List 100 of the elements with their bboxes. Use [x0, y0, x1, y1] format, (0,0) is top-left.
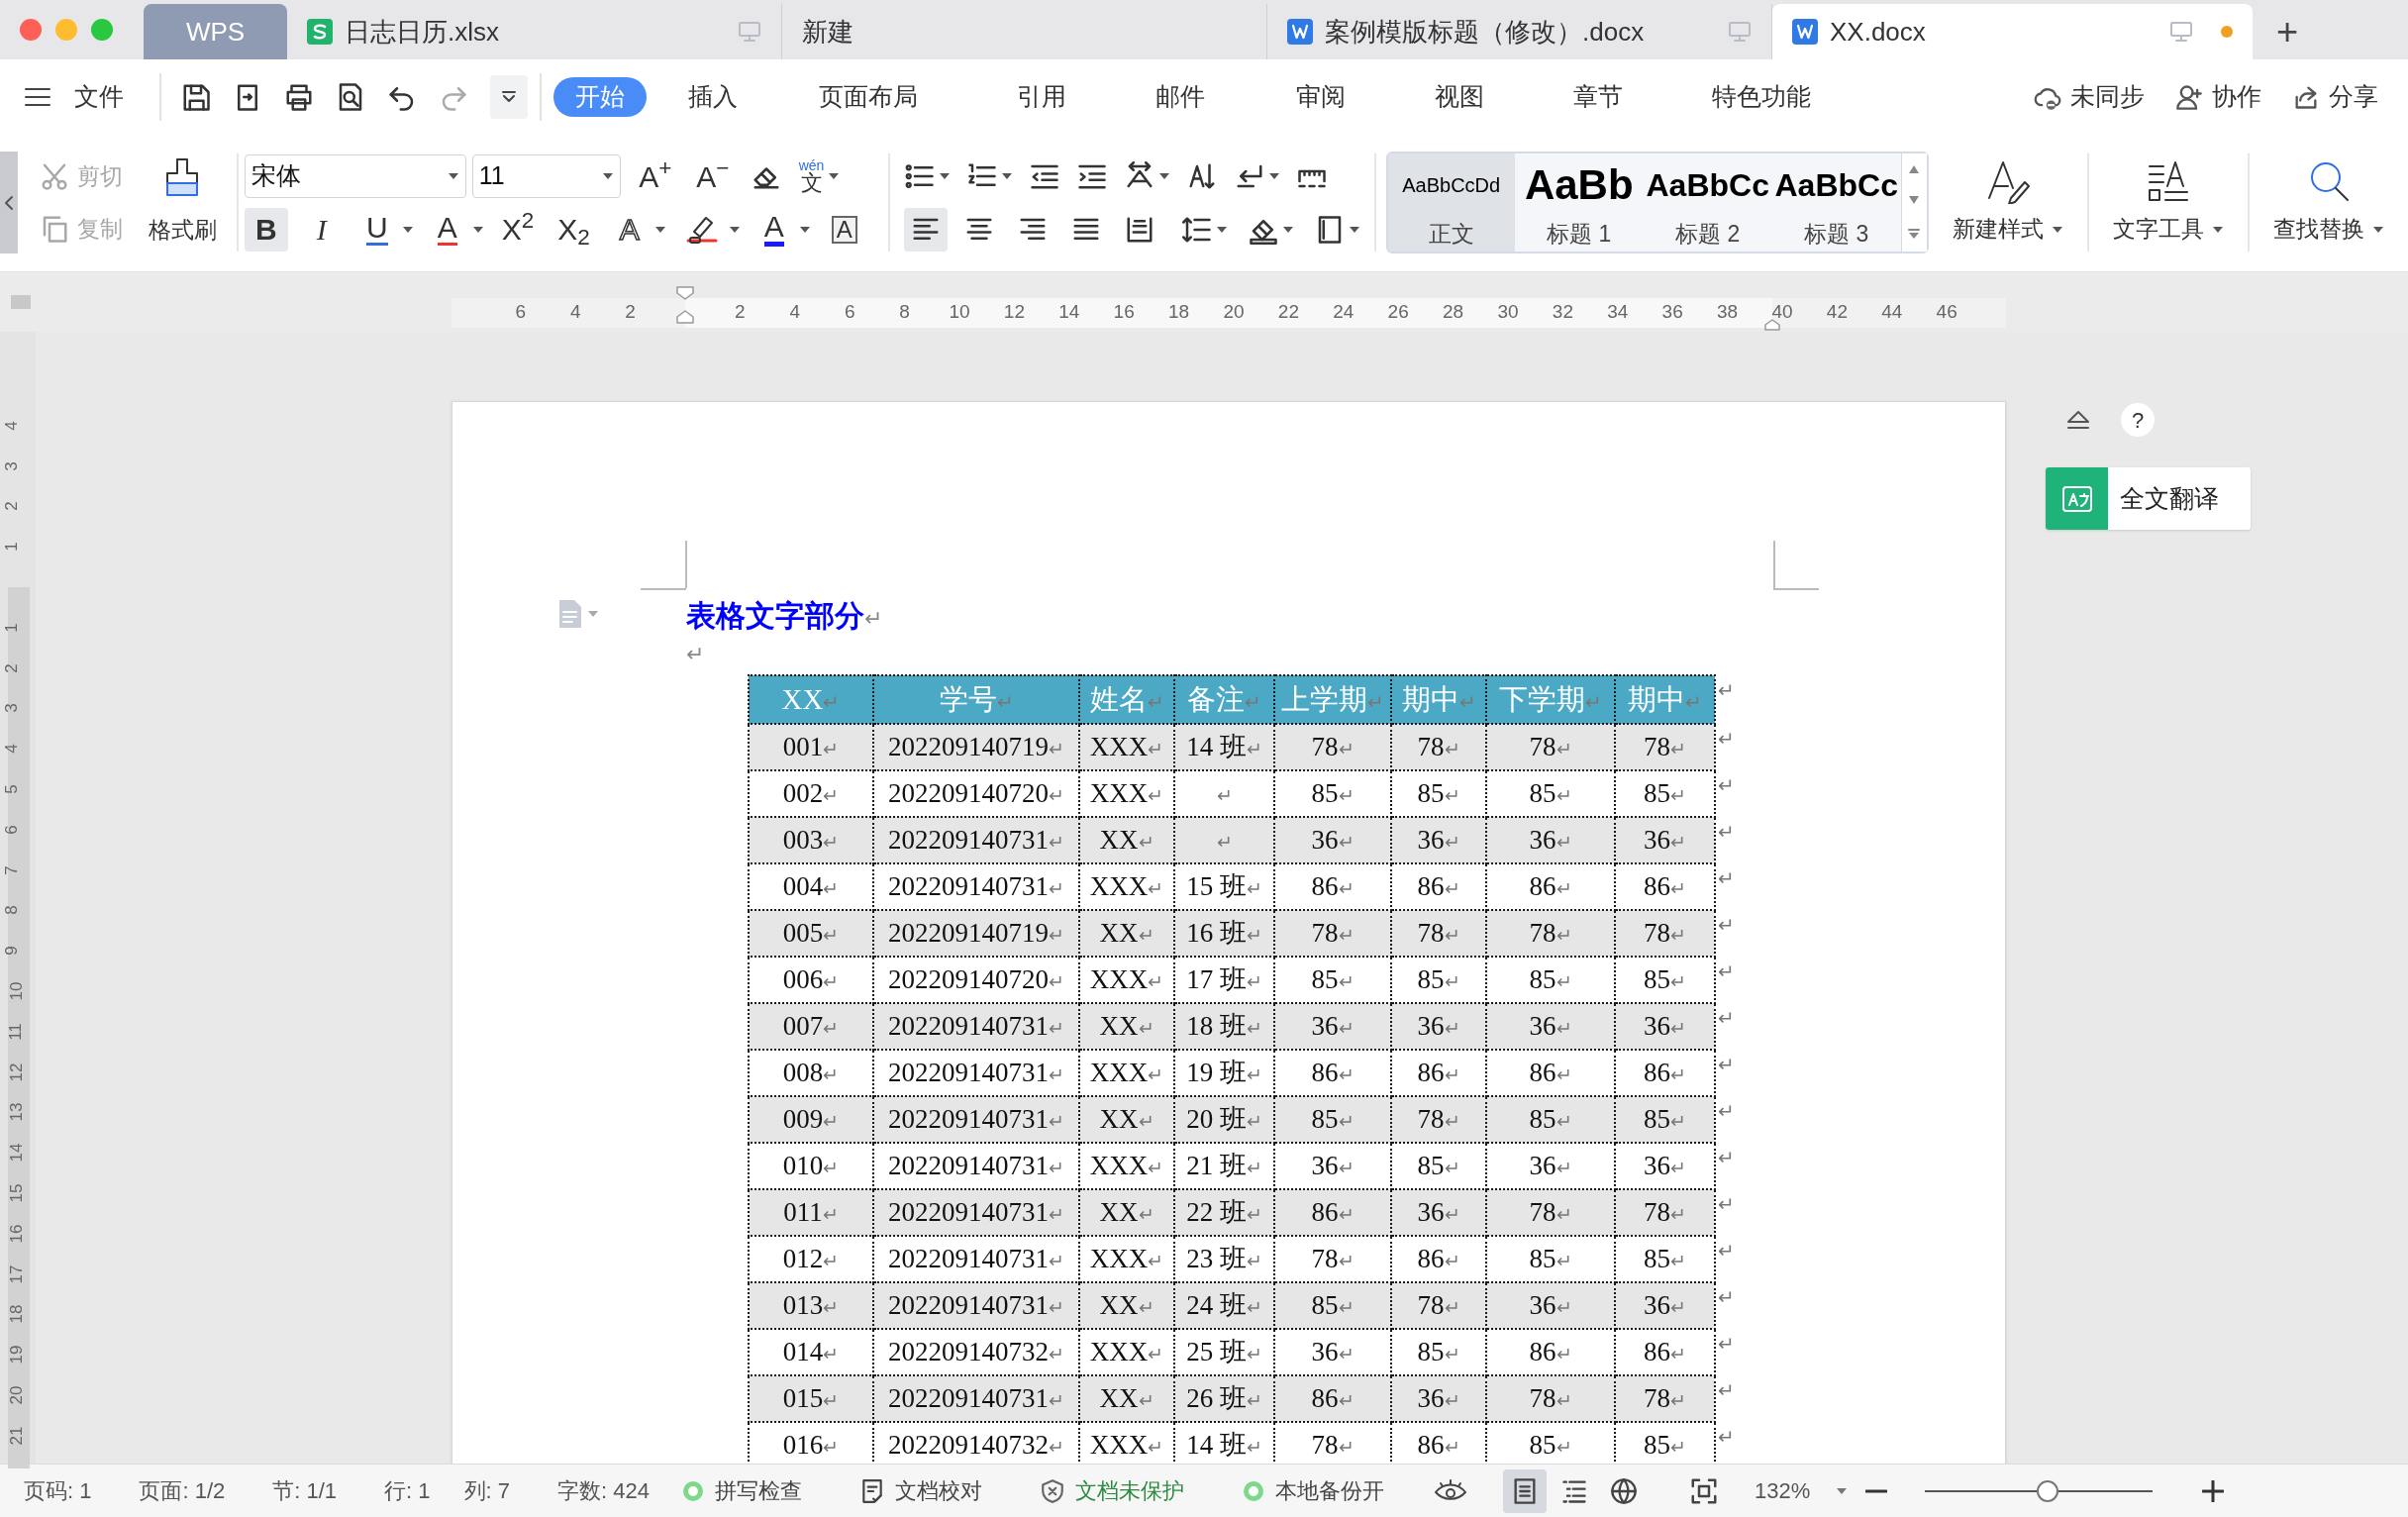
caret-icon [828, 171, 841, 180]
alignment-button[interactable] [903, 207, 948, 252]
caret-icon [938, 171, 951, 180]
style-preset[interactable]: AaBb 标题 1 [1514, 153, 1644, 252]
caret-icon [2212, 225, 2224, 234]
document-heading: 表格文字部分↵ [686, 597, 882, 634]
ribbon-tool-button[interactable]: 新建样式 [1929, 134, 2088, 271]
caret-icon [1281, 225, 1294, 234]
zoom-value[interactable]: 132% [1754, 1474, 1811, 1507]
ruler-number: 18 [5, 1304, 27, 1324]
status-text: 节: 1/1 [272, 1477, 338, 1505]
ribbon-tab[interactable]: 插入 [668, 77, 757, 116]
format-painter-button[interactable]: 格式刷 [148, 157, 217, 248]
ruler-number: 2 [1, 501, 22, 512]
ruler-number: 20 [5, 1385, 27, 1405]
monitor-icon [738, 21, 761, 43]
font-style-button[interactable]: X$_{2}$ [552, 207, 596, 252]
column-header: 期中↵ [1615, 675, 1715, 724]
pinyin-guide-button[interactable]: wén 文 [798, 157, 825, 194]
ruler-number: 16 [5, 1224, 27, 1244]
caret-icon [1000, 171, 1013, 180]
font-style-button[interactable]: A [822, 207, 866, 252]
status-text: 页码: 1 [24, 1477, 92, 1505]
status-toggle[interactable]: 拼写检查 [680, 1474, 802, 1507]
ribbon-tab[interactable]: 章节 [1554, 77, 1643, 116]
customize-toolbar-button[interactable] [490, 74, 528, 119]
indent-marker-icon[interactable] [676, 285, 694, 325]
ruler-number: 1 [1, 623, 22, 633]
status-text: 字数: 424 [557, 1477, 650, 1505]
ribbon-tab[interactable]: 页面布局 [799, 77, 938, 116]
ruler-number: 18 [1168, 302, 1190, 321]
status-dot-icon [680, 1478, 705, 1503]
font-name-dropdown[interactable]: 宋体 [244, 153, 466, 198]
ribbon-tab[interactable]: 邮件 [1136, 77, 1225, 116]
column-header: 上学期↵ [1274, 675, 1391, 724]
status-toggle[interactable]: 文档校对 [858, 1474, 982, 1507]
ruler-number: 14 [5, 1143, 27, 1163]
font-style-button[interactable]: A [752, 207, 796, 252]
style-preset[interactable]: AaBbCcDd 正文 [1387, 153, 1515, 252]
row-end-mark: ↵ [1715, 1329, 1735, 1375]
caret-icon [447, 171, 459, 180]
ruler-number: 21 [5, 1426, 27, 1446]
ruler-number: 15 [5, 1183, 27, 1203]
zoom-in-icon[interactable] [2202, 1479, 2225, 1502]
web-view-icon [1609, 1476, 1638, 1505]
scroll-down-icon[interactable] [1909, 196, 1920, 205]
ribbon-tool-button[interactable]: 查找替换 [2250, 134, 2408, 271]
ruler-number: 34 [1607, 302, 1629, 321]
toolbar-action-button[interactable]: 协作 [2174, 77, 2261, 116]
font-style-button[interactable]: B [244, 207, 288, 252]
ribbon-tool-button[interactable]: 文字工具 [2089, 134, 2248, 271]
font-size-dropdown[interactable]: 11 [471, 153, 621, 198]
zoom-out-icon[interactable] [1865, 1488, 1888, 1493]
document-icon [1287, 19, 1313, 45]
ruler-number: 16 [1113, 302, 1135, 321]
ruler-number: 4 [789, 302, 801, 321]
collapse-panel-icon[interactable] [2065, 408, 2091, 432]
scroll-up-icon[interactable] [1909, 164, 1920, 173]
row-end-mark: ↵ [1715, 1050, 1735, 1096]
translate-button[interactable]: 全文翻译 [2046, 467, 2251, 530]
style-preset[interactable]: AaBbCc 标题 3 [1771, 153, 1901, 252]
font-style-button[interactable]: U [354, 207, 399, 252]
view-mode-button[interactable] [1502, 1468, 1547, 1513]
font-style-button[interactable]: X$^{2}$ [495, 207, 541, 252]
font-style-button[interactable]: I [299, 207, 344, 252]
toolbar-action-button[interactable]: 未同步 [2033, 77, 2145, 116]
status-toggle[interactable]: 文档未保护 [1039, 1474, 1184, 1507]
style-preset[interactable]: AaBbCc 标题 2 [1643, 153, 1772, 252]
ruler-number: 7 [1, 864, 22, 875]
add-person-icon [2174, 82, 2204, 111]
caret-icon [1215, 225, 1228, 234]
toolbar-action-button[interactable]: 分享 [2291, 77, 2378, 116]
ruler-number: 13 [5, 1102, 27, 1122]
ribbon-tab[interactable]: 审阅 [1276, 77, 1365, 116]
ruler-number: 36 [1661, 302, 1683, 321]
font-size-step-button[interactable]: A$^{−}$ [689, 153, 736, 198]
status-toggle[interactable]: 本地备份开 [1241, 1474, 1384, 1507]
status-dot-icon [1241, 1478, 1265, 1503]
zoom-slider[interactable] [1925, 1478, 2154, 1503]
zoom-slider-thumb[interactable] [2037, 1479, 2059, 1502]
chevron-down-icon [501, 90, 517, 103]
status-text: 行: 1 [384, 1477, 431, 1505]
font-style-button[interactable]: A [425, 207, 469, 252]
ruler-number: 9 [1, 946, 22, 956]
file-menu[interactable]: 文件 [74, 77, 124, 116]
row-end-mark: ↵ [1715, 957, 1735, 1003]
font-size-step-button[interactable]: A$^{+}$ [632, 153, 678, 198]
ribbon-tab[interactable]: 视图 [1415, 77, 1504, 116]
expand-gallery-icon[interactable] [1908, 228, 1921, 241]
row-end-mark: ↵ [1715, 1422, 1735, 1464]
ribbon-tab[interactable]: 特色功能 [1692, 77, 1831, 116]
collapse-ribbon-handle[interactable] [0, 152, 18, 253]
menu-icon[interactable] [25, 86, 50, 107]
window-tab[interactable]: XX.docx [1772, 4, 2253, 59]
ruler-number: 12 [1003, 302, 1025, 321]
ribbon-tab[interactable]: 引用 [997, 77, 1086, 116]
help-button[interactable]: ? [2121, 403, 2155, 437]
new-tab-button[interactable]: + [2253, 4, 2322, 59]
caret-icon [1836, 1486, 1849, 1495]
ruler-number: 11 [5, 1022, 27, 1041]
